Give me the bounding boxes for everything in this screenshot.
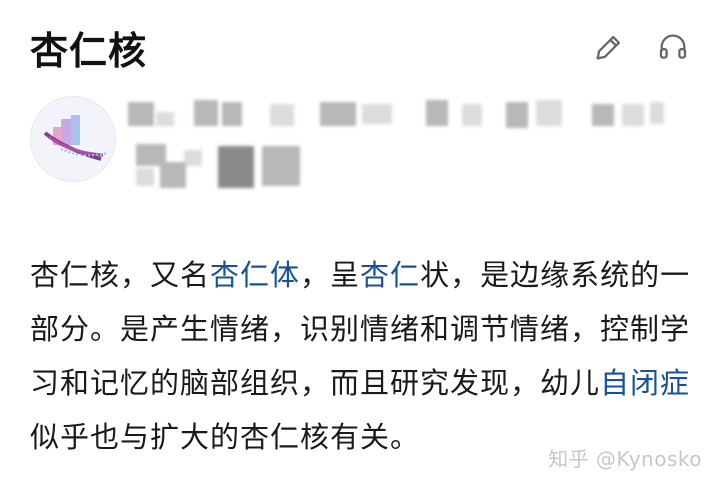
watermark: 知乎 @Kynosko xyxy=(548,447,702,471)
listen-button[interactable] xyxy=(656,30,690,64)
edit-button[interactable] xyxy=(592,30,626,64)
avatar-logo-image xyxy=(31,97,115,181)
paragraph-text: 杏仁核，又名 xyxy=(30,258,211,292)
page-title: 杏仁核 xyxy=(30,29,148,73)
paragraph-text: ，呈 xyxy=(300,258,361,292)
article-paragraph: 杏仁核，又名杏仁体，呈杏仁状，是边缘系统的一部分。是产生情绪，识别情绪和调节情绪… xyxy=(30,248,698,464)
link-xingrenti[interactable]: 杏仁体 xyxy=(210,258,300,292)
link-autism[interactable]: 自闭症 xyxy=(600,366,690,400)
paragraph-text: 似乎也与扩大的杏仁核有关。 xyxy=(30,420,421,454)
link-xingren[interactable]: 杏仁 xyxy=(360,258,420,292)
headphones-icon xyxy=(659,34,687,59)
pencil-icon xyxy=(596,35,621,60)
source-avatar[interactable] xyxy=(30,96,116,182)
